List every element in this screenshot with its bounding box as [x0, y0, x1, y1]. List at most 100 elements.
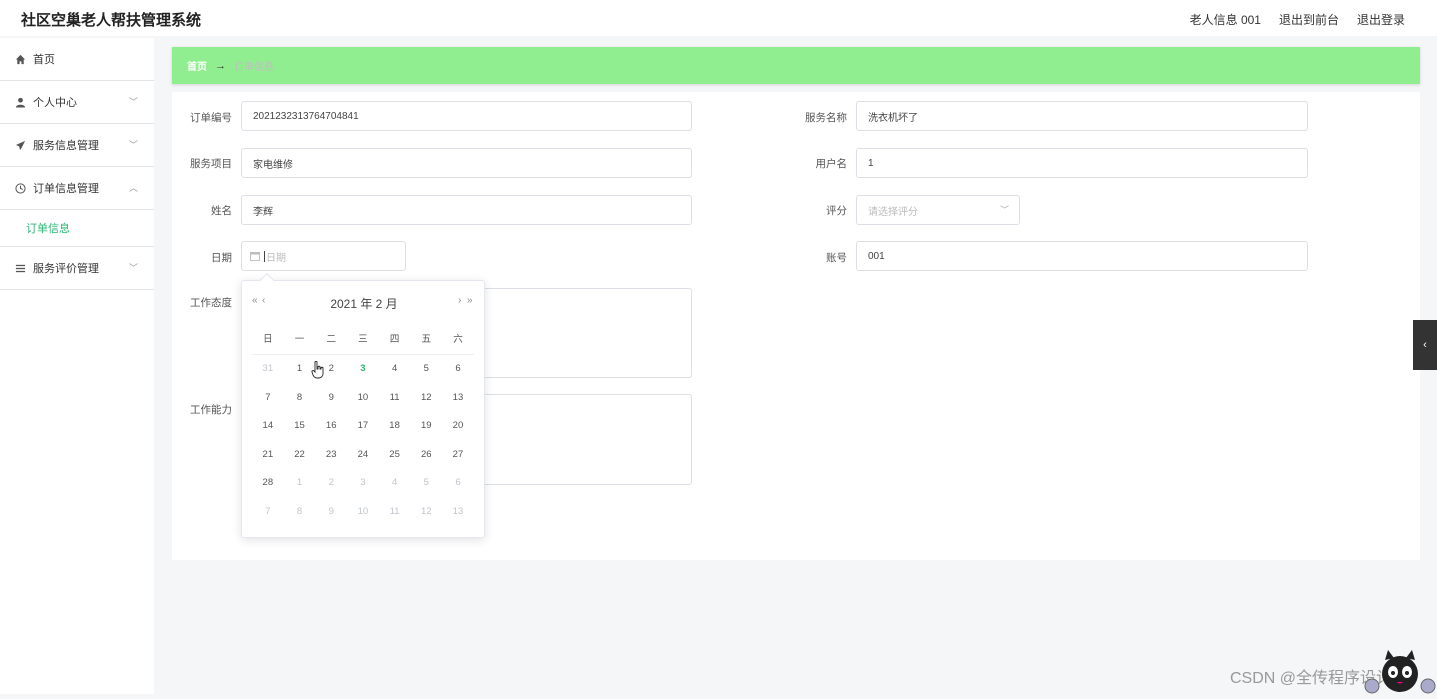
username-input[interactable]: 1: [856, 148, 1308, 178]
username-label: 用户名: [815, 158, 848, 170]
text-caret: [264, 250, 265, 262]
calendar-day[interactable]: 13: [442, 384, 474, 413]
calendar-day[interactable]: 6: [442, 355, 474, 384]
calendar-day[interactable]: 14: [252, 412, 284, 441]
calendar-day[interactable]: 31: [252, 355, 284, 384]
calendar-week-row: 7 8 9 10 11 12 13: [252, 498, 474, 527]
calendar-week-row: 28 1 2 3 4 5 6: [252, 469, 474, 498]
breadcrumb: 首页 → 订单信息: [172, 47, 1420, 84]
order-no-value: 2021232313764704841: [253, 110, 359, 122]
calendar-day[interactable]: 4: [379, 469, 411, 498]
rating-select[interactable]: 请选择评分 ﹀: [856, 195, 1020, 225]
calendar-day[interactable]: 1: [284, 469, 316, 498]
calendar-day[interactable]: 7: [252, 498, 284, 527]
chevron-left-icon: ‹: [1423, 339, 1427, 351]
next-year-icon[interactable]: »: [467, 295, 473, 306]
calendar-day[interactable]: 18: [379, 412, 411, 441]
calendar-day[interactable]: 9: [315, 384, 347, 413]
breadcrumb-home[interactable]: 首页: [187, 58, 207, 73]
calendar-day[interactable]: 19: [410, 412, 442, 441]
user-info-link[interactable]: 老人信息 001: [1190, 11, 1261, 28]
calendar-day[interactable]: 16: [315, 412, 347, 441]
service-item-input[interactable]: 家电维修: [241, 148, 692, 178]
sidebar-item-service-review[interactable]: 服务评价管理 ﹀: [0, 247, 154, 290]
name-input[interactable]: 李辉: [241, 195, 692, 225]
calendar-day[interactable]: 23: [315, 441, 347, 470]
weekday-label: 五: [421, 334, 432, 345]
sidebar-item-label: 服务评价管理: [33, 263, 99, 275]
collapse-panel-button[interactable]: ‹: [1413, 320, 1437, 370]
account-input[interactable]: 001: [856, 241, 1308, 271]
calendar-day[interactable]: 10: [347, 498, 379, 527]
calendar-day[interactable]: 8: [284, 498, 316, 527]
calendar-day[interactable]: 10: [347, 384, 379, 413]
home-icon: [14, 53, 26, 65]
calendar-day[interactable]: 5: [410, 469, 442, 498]
logout-link[interactable]: 退出登录: [1357, 11, 1405, 28]
calendar-icon: [250, 251, 260, 261]
date-label: 日期: [211, 252, 232, 264]
order-no-input[interactable]: 2021232313764704841: [241, 101, 692, 131]
chevron-down-icon: ﹀: [999, 205, 1009, 215]
sidebar-item-label: 订单信息管理: [33, 183, 99, 195]
username-value: 1: [868, 157, 874, 169]
calendar-day[interactable]: 27: [442, 441, 474, 470]
service-item-label: 服务项目: [190, 158, 232, 170]
sidebar: 首页 个人中心 ﹀ 服务信息管理 ﹀ 订单信息管理 ︿ 订单信息 服务评价管理 …: [0, 38, 154, 694]
sidebar-subitem-order-info[interactable]: 订单信息: [0, 210, 154, 247]
sidebar-item-order-info[interactable]: 订单信息管理 ︿: [0, 167, 154, 210]
account-value: 001: [868, 250, 885, 262]
calendar-day[interactable]: 6: [442, 469, 474, 498]
calendar-day[interactable]: 17: [347, 412, 379, 441]
calendar-day[interactable]: 20: [442, 412, 474, 441]
calendar-day[interactable]: 21: [252, 441, 284, 470]
list-icon: [14, 262, 26, 274]
sidebar-item-label: 服务信息管理: [33, 140, 99, 152]
calendar-day[interactable]: 13: [442, 498, 474, 527]
service-name-label: 服务名称: [805, 112, 847, 124]
clock-icon: [14, 182, 26, 194]
calendar-day[interactable]: 4: [379, 355, 411, 384]
front-page-link[interactable]: 退出到前台: [1279, 11, 1339, 28]
sidebar-item-home[interactable]: 首页: [0, 38, 154, 81]
calendar-day[interactable]: 9: [315, 498, 347, 527]
account-label: 账号: [826, 252, 847, 264]
calendar-day[interactable]: 28: [252, 469, 284, 498]
calendar-day[interactable]: 12: [410, 498, 442, 527]
calendar-day-today[interactable]: 3: [347, 355, 379, 384]
date-placeholder: 日期: [266, 252, 286, 264]
calendar-week-row: 14 15 16 17 18 19 20: [252, 412, 474, 441]
name-value: 李辉: [253, 206, 273, 218]
mascot-image: [1360, 648, 1437, 694]
calendar-day[interactable]: 2: [315, 469, 347, 498]
calendar-day[interactable]: 11: [379, 498, 411, 527]
hand-cursor-icon: [311, 360, 325, 379]
date-input[interactable]: 日期: [241, 241, 406, 271]
sidebar-item-label: 首页: [33, 54, 55, 66]
calendar-day[interactable]: 5: [410, 355, 442, 384]
calendar-day[interactable]: 22: [284, 441, 316, 470]
calendar-day[interactable]: 25: [379, 441, 411, 470]
calendar-day[interactable]: 8: [284, 384, 316, 413]
weekday-label: 二: [326, 334, 336, 345]
calendar-day[interactable]: 24: [347, 441, 379, 470]
weekday-label: 四: [389, 334, 400, 345]
calendar-day[interactable]: 15: [284, 412, 316, 441]
calendar-day[interactable]: 11: [379, 384, 411, 413]
service-name-input[interactable]: 洗衣机坏了: [856, 101, 1308, 131]
sidebar-item-personal-center[interactable]: 个人中心 ﹀: [0, 81, 154, 124]
calendar-day[interactable]: 26: [410, 441, 442, 470]
calendar-day[interactable]: 7: [252, 384, 284, 413]
calendar-day[interactable]: 12: [410, 384, 442, 413]
calendar-day[interactable]: 3: [347, 469, 379, 498]
top-bar: 社区空巢老人帮扶管理系统 老人信息 001 退出到前台 退出登录: [0, 0, 1437, 36]
date-picker-header: 2021 年 2 月: [330, 297, 398, 311]
sidebar-item-service-info[interactable]: 服务信息管理 ﹀: [0, 124, 154, 167]
rating-placeholder: 请选择评分: [868, 206, 918, 218]
attitude-label: 工作态度: [190, 297, 232, 309]
next-month-icon[interactable]: ›: [458, 295, 461, 306]
send-icon: [14, 139, 26, 151]
calendar-week-row: 7 8 9 10 11 12 13: [252, 384, 474, 413]
breadcrumb-current: 订单信息: [234, 62, 274, 73]
calendar-week-row: 31 1 2 3 4 5 6: [252, 355, 474, 384]
